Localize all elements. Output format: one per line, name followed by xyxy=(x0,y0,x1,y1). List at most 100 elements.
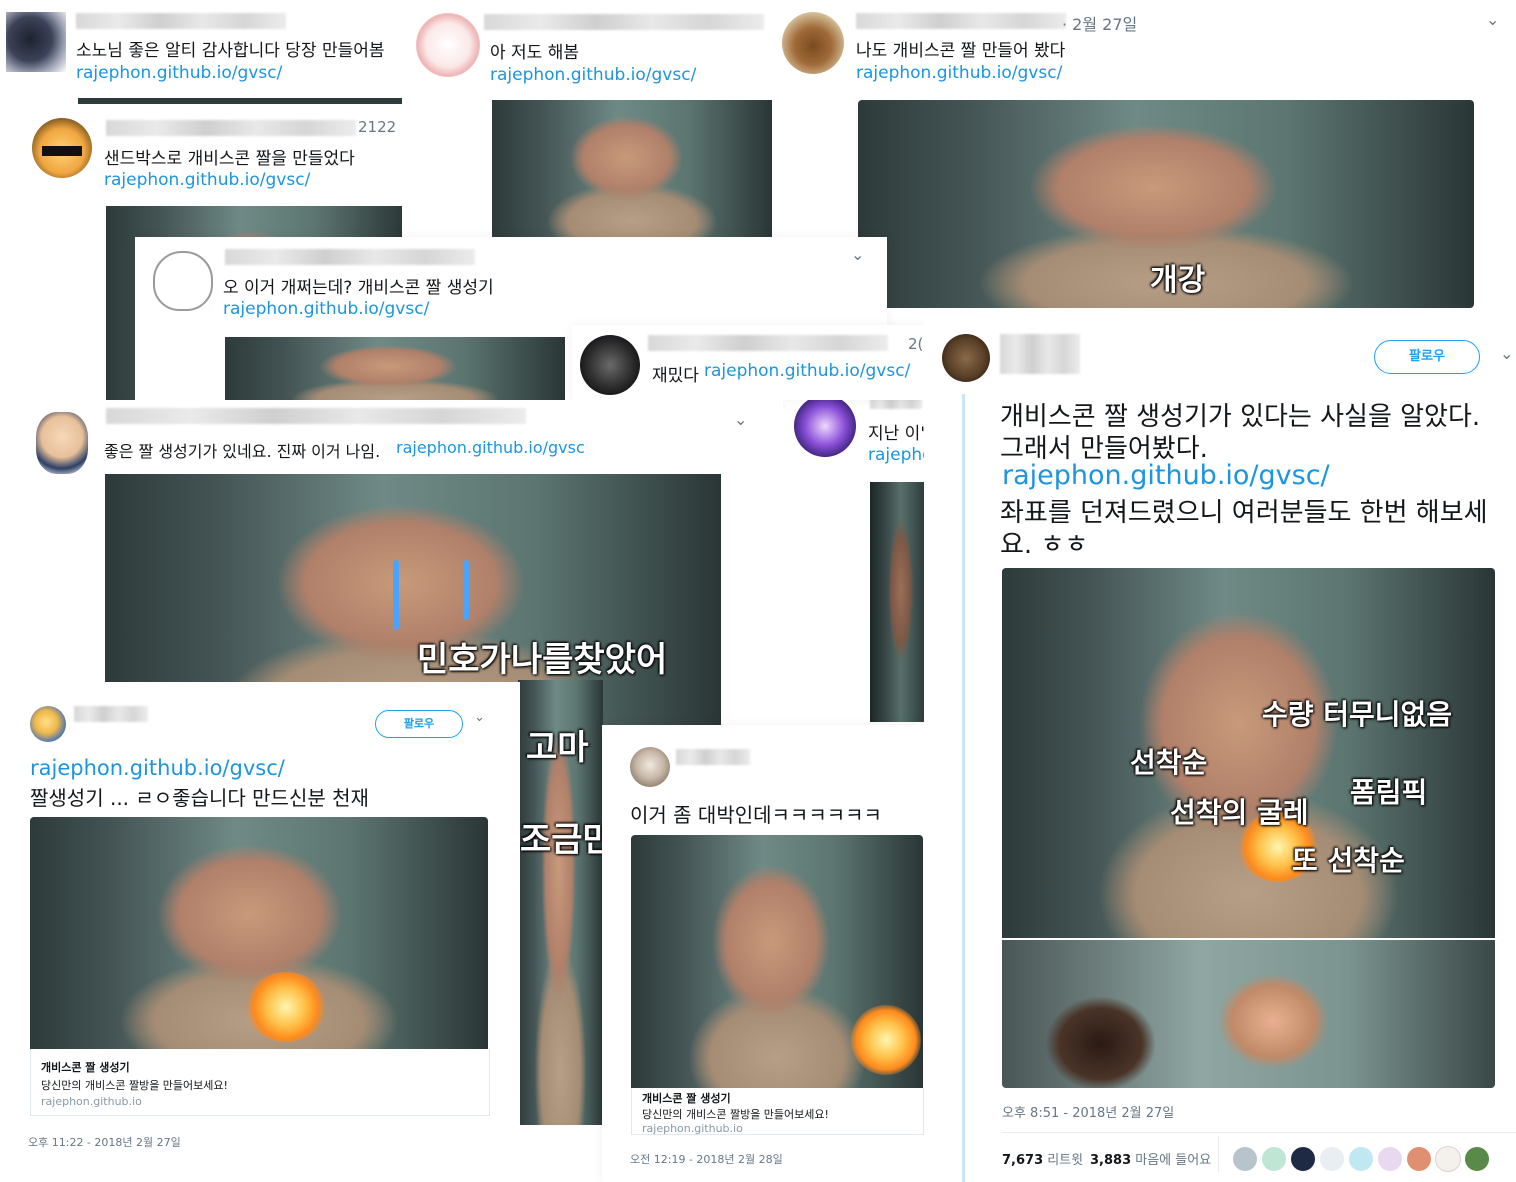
tweet-8: ⌄ 좋은 짤 생성기가 있네요. 진짜 이거 나임. rajephon.gith… xyxy=(18,400,783,730)
tweet-2: 아 저도 해봄 rajephon.github.io/gvsc/ xyxy=(410,0,780,240)
tweet-date[interactable]: · 2월 27일 xyxy=(1062,11,1137,35)
tweet-image-2[interactable] xyxy=(1002,940,1495,1088)
tweet-link[interactable]: rajephon.github.io/gvsc/ xyxy=(704,361,910,381)
liker-avatar[interactable] xyxy=(1232,1146,1258,1172)
tweet-link[interactable]: rajephon.github.io/gvsc/ xyxy=(223,299,429,319)
tweet-link[interactable]: rajephon.github.io/gvsc/ xyxy=(104,170,310,190)
tweet-7: 지난 이' rajepho xyxy=(786,385,926,730)
avatar[interactable] xyxy=(153,251,213,311)
avatar[interactable] xyxy=(630,747,670,787)
like-count-label: 마음에 들어요 xyxy=(1135,1153,1212,1168)
tweet-text: 소노님 좋은 알티 감사합니다 당장 만들어봄 xyxy=(76,41,385,61)
like-count[interactable]: 3,883 마음에 들어요 xyxy=(1090,1149,1211,1168)
liker-avatar[interactable] xyxy=(1406,1146,1432,1172)
avatar[interactable] xyxy=(794,395,856,457)
tweet-image[interactable] xyxy=(631,835,923,1088)
tear-mark xyxy=(463,560,469,620)
meme-caption: 고마 xyxy=(526,728,589,768)
tweet-text: 오 이거 개쩌는데? 개비스콘 짤 생성기 xyxy=(223,278,494,298)
tweet-8-image-lower: 고마 조금만 xyxy=(518,680,603,1125)
meme-caption: 선착의 굴레 xyxy=(1170,796,1309,829)
liker-avatar[interactable] xyxy=(1290,1146,1316,1172)
stats-divider xyxy=(1002,1132,1516,1133)
meme-caption: 개강 xyxy=(1150,263,1206,298)
author-name[interactable] xyxy=(106,120,356,136)
avatar[interactable] xyxy=(416,13,480,77)
author-name[interactable] xyxy=(856,13,1066,29)
tweet-9: 팔로우 ⌄ rajephon.github.io/gvsc/ 짤생성기 ... … xyxy=(18,682,520,1164)
tweet-text: 이거 좀 대박인데ㅋㅋㅋㅋㅋㅋ xyxy=(630,803,882,827)
avatar[interactable] xyxy=(30,706,66,742)
tweet-timestamp[interactable]: 오전 12:19 - 2018년 2월 28일 xyxy=(630,1151,783,1167)
tweet-image[interactable]: 개강 xyxy=(858,100,1474,308)
author-name[interactable] xyxy=(1000,334,1080,374)
meme-caption: 수량 터무니없음 xyxy=(1262,698,1453,731)
author-name[interactable] xyxy=(225,249,475,265)
liker-avatar[interactable] xyxy=(1319,1146,1345,1172)
chevron-down-icon[interactable]: ⌄ xyxy=(1500,344,1513,363)
tweet-text: 좋은 짤 생성기가 있네요. 진짜 이거 나임. xyxy=(104,442,381,461)
tweet-date[interactable]: 2122 xyxy=(358,118,396,136)
avatar[interactable] xyxy=(580,335,640,395)
chevron-down-icon[interactable]: ⌄ xyxy=(474,710,485,725)
thread-line xyxy=(962,394,965,1182)
heartburn-glow xyxy=(246,972,326,1042)
author-name[interactable] xyxy=(676,749,750,765)
avatar[interactable] xyxy=(942,334,990,382)
link-card[interactable]: 개비스콘 짤 생성기 당신만의 개비스콘 짤방을 만들어보세요! rajepho… xyxy=(631,1088,924,1135)
tweet-link[interactable]: rajepho xyxy=(868,445,926,465)
meme-caption: 조금만 xyxy=(520,820,603,860)
tweet-1: 소노님 좋은 알티 감사합니다 당장 만들어봄 rajephon.github.… xyxy=(0,0,405,110)
tweet-date[interactable]: 2( xyxy=(908,335,923,353)
tear-mark xyxy=(393,560,399,630)
liker-avatar[interactable] xyxy=(1261,1146,1287,1172)
tweet-link[interactable]: rajephon.github.io/gvsc/ xyxy=(30,756,285,780)
tweet-link[interactable]: rajephon.github.io/gvsc/ xyxy=(76,63,282,83)
like-count-value: 3,883 xyxy=(1090,1153,1132,1168)
tweet-timestamp[interactable]: 오후 11:22 - 2018년 2월 27일 xyxy=(28,1134,181,1150)
tweet-text: 샌드박스로 개비스콘 짤을 만들었다 xyxy=(104,149,355,169)
retweet-count-value: 7,673 xyxy=(1002,1153,1044,1168)
tweet-11: 팔로우 ⌄ 개비스콘 짤 생성기가 있다는 사실을 알았다. 그래서 만들어봤다… xyxy=(924,310,1516,1182)
tweet-image[interactable] xyxy=(492,100,772,238)
liker-avatar[interactable] xyxy=(1435,1146,1461,1172)
tweet-image[interactable] xyxy=(30,817,488,1049)
tweet-image[interactable] xyxy=(870,482,926,722)
tweet-10: 이거 좀 대박인데ㅋㅋㅋㅋㅋㅋ 개비스콘 짤 생성기 당신만의 개비스콘 짤방을… xyxy=(602,725,924,1182)
sunglasses-icon xyxy=(42,146,82,156)
liker-avatar[interactable] xyxy=(1377,1146,1403,1172)
follow-button[interactable]: 팔로우 xyxy=(375,710,463,738)
author-name[interactable] xyxy=(484,14,764,30)
heartburn-glow xyxy=(851,1005,921,1075)
tweet-image[interactable]: 수량 터무니없음 선착순 폼림픽 선착의 굴레 또 선착순 xyxy=(1002,568,1495,938)
liker-avatar[interactable] xyxy=(1348,1146,1374,1172)
meme-caption: 또 선착순 xyxy=(1292,844,1405,877)
link-card[interactable]: 개비스콘 짤 생성기 당신만의 개비스콘 짤방을 만들어보세요! rajepho… xyxy=(30,1049,490,1116)
retweet-count[interactable]: 7,673 리트윗 xyxy=(1002,1149,1083,1168)
liker-avatar[interactable] xyxy=(1464,1146,1490,1172)
chevron-down-icon[interactable]: ⌄ xyxy=(851,245,864,264)
tweet-image[interactable] xyxy=(225,337,565,405)
tweet-text: 나도 개비스콘 짤 만들어 봤다 xyxy=(856,41,1066,61)
author-name[interactable] xyxy=(648,335,888,351)
meme-caption: 선착순 xyxy=(1130,746,1208,779)
link-card-description: 당신만의 개비스콘 짤방을 만들어보세요! xyxy=(642,1108,829,1121)
tweet-link[interactable]: rajephon.github.io/gvsc/ xyxy=(490,65,696,85)
author-name[interactable] xyxy=(74,706,148,722)
follow-button[interactable]: 팔로우 xyxy=(1374,340,1480,374)
author-name[interactable] xyxy=(76,13,286,29)
link-card-description: 당신만의 개비스콘 짤방을 만들어보세요! xyxy=(41,1079,228,1092)
tweet-text: 지난 이' xyxy=(868,424,925,444)
link-card-title: 개비스콘 짤 생성기 xyxy=(41,1061,130,1074)
chevron-down-icon[interactable]: ⌄ xyxy=(1486,10,1499,29)
avatar[interactable] xyxy=(6,12,66,72)
chevron-down-icon[interactable]: ⌄ xyxy=(734,410,747,429)
author-name[interactable] xyxy=(106,408,526,424)
tweet-link[interactable]: rajephon.github.io/gvsc xyxy=(396,438,585,457)
tweet-text: 짤생성기 ... ㄹㅇ좋습니다 만드신분 천재 xyxy=(30,786,369,810)
tweet-link[interactable]: rajephon.github.io/gvsc/ xyxy=(1002,460,1330,491)
avatar[interactable] xyxy=(782,12,844,74)
tweet-link[interactable]: rajephon.github.io/gvsc/ xyxy=(856,63,1062,83)
tweet-timestamp[interactable]: 오후 8:51 - 2018년 2월 27일 xyxy=(1002,1102,1174,1121)
avatar[interactable] xyxy=(36,412,88,474)
